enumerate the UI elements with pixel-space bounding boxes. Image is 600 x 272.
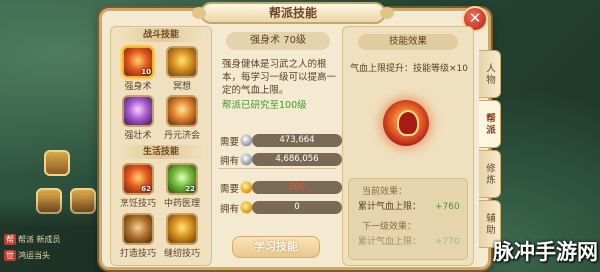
skill-description: 强身健体是习武之人的根本，每学习一级可以提高一定的气血上限。: [222, 59, 337, 96]
chat-channel-tag: 帮: [4, 234, 16, 245]
cost-value: 200: [252, 181, 342, 194]
combat-skills-header: 战斗技能: [118, 28, 204, 42]
cost-label: 拥有: [220, 156, 240, 167]
current-effect-line: 累计气血上限： +760: [358, 199, 460, 212]
stat-label: 累计气血上限：: [358, 237, 422, 247]
stat-value: +760: [435, 202, 460, 212]
chat-channel-tag: 世: [4, 250, 16, 261]
stat-label: 累计气血上限：: [358, 202, 422, 212]
hud-mail-icon[interactable]: [44, 150, 70, 176]
tab-character[interactable]: 人物: [479, 50, 501, 98]
window-title: 帮派技能: [192, 2, 394, 24]
cost-value: 473,664: [252, 134, 342, 147]
cost-value: 0: [252, 201, 342, 214]
vigor-skill-icon: [122, 95, 154, 127]
skill-level: 10: [141, 68, 151, 76]
stat-value: +770: [435, 237, 460, 247]
skill-name: 打造技巧: [119, 249, 156, 259]
skill-name: 冥想: [172, 82, 191, 92]
tab-guild[interactable]: 帮派: [479, 100, 501, 148]
divider: [218, 168, 336, 169]
strength-skill-icon: 10: [122, 46, 154, 78]
skill-name: 强壮术: [124, 131, 152, 141]
cost-value: 4,686,056: [252, 153, 342, 166]
skill-item-vigor[interactable]: 强壮术: [116, 95, 160, 141]
skill-name: 缝纫技巧: [163, 249, 200, 259]
skill-item-medicine[interactable]: 22 中药医理: [160, 163, 204, 209]
learn-skill-button[interactable]: 学习技能: [232, 236, 320, 258]
next-effect-line: 累计气血上限： +770: [358, 234, 460, 247]
meditation-skill-icon: [166, 46, 198, 78]
cost-label: 拥有: [220, 204, 240, 215]
effect-text: 气血上限提升：技能等级×10: [350, 64, 468, 74]
skill-item-elixir[interactable]: 丹元济会: [160, 95, 204, 141]
cost-label: 需要: [220, 184, 240, 195]
forging-skill-icon: [122, 213, 154, 245]
tab-cultivation[interactable]: 修炼: [479, 150, 501, 198]
cost-label: 需要: [220, 137, 240, 148]
sewing-skill-icon: [166, 213, 198, 245]
effect-title: 技能效果: [358, 34, 458, 50]
skill-item-forging[interactable]: 打造技巧: [116, 213, 160, 259]
chat-panel[interactable]: 帮帮派 新成员 世鸿运当头: [0, 198, 112, 272]
skill-name: 中药医理: [163, 199, 200, 209]
skill-name: 烹饪技巧: [119, 199, 156, 209]
skill-name: 强身术: [124, 82, 152, 92]
next-effect-title: 下一级效果：: [362, 222, 417, 232]
skill-item-cooking[interactable]: 62 烹饪技巧: [116, 163, 160, 209]
skill-level: 22: [185, 185, 195, 193]
watermark: 脉冲手游网: [493, 240, 598, 264]
current-effect-title: 当前效果：: [362, 187, 408, 197]
life-skills-header: 生活技能: [118, 145, 204, 159]
selected-skill-title: 强身术 70级: [226, 32, 330, 50]
medicine-skill-icon: 22: [166, 163, 198, 195]
skill-item-strength[interactable]: 10 强身术: [116, 46, 160, 92]
skill-item-meditation[interactable]: 冥想: [160, 46, 204, 92]
skill-level: 62: [141, 185, 151, 193]
research-status: 帮派已研究至100级: [222, 100, 307, 111]
chat-line: 世鸿运当头: [4, 250, 50, 261]
chat-text: 帮派 新成员: [18, 235, 61, 244]
strength-skill-large-icon: [383, 100, 429, 146]
elixir-skill-icon: [166, 95, 198, 127]
skill-item-sewing[interactable]: 缝纫技巧: [160, 213, 204, 259]
skill-name: 丹元济会: [163, 131, 200, 141]
chat-text: 鸿运当头: [18, 251, 50, 260]
chat-line: 帮帮派 新成员: [4, 234, 61, 245]
cooking-skill-icon: 62: [122, 163, 154, 195]
